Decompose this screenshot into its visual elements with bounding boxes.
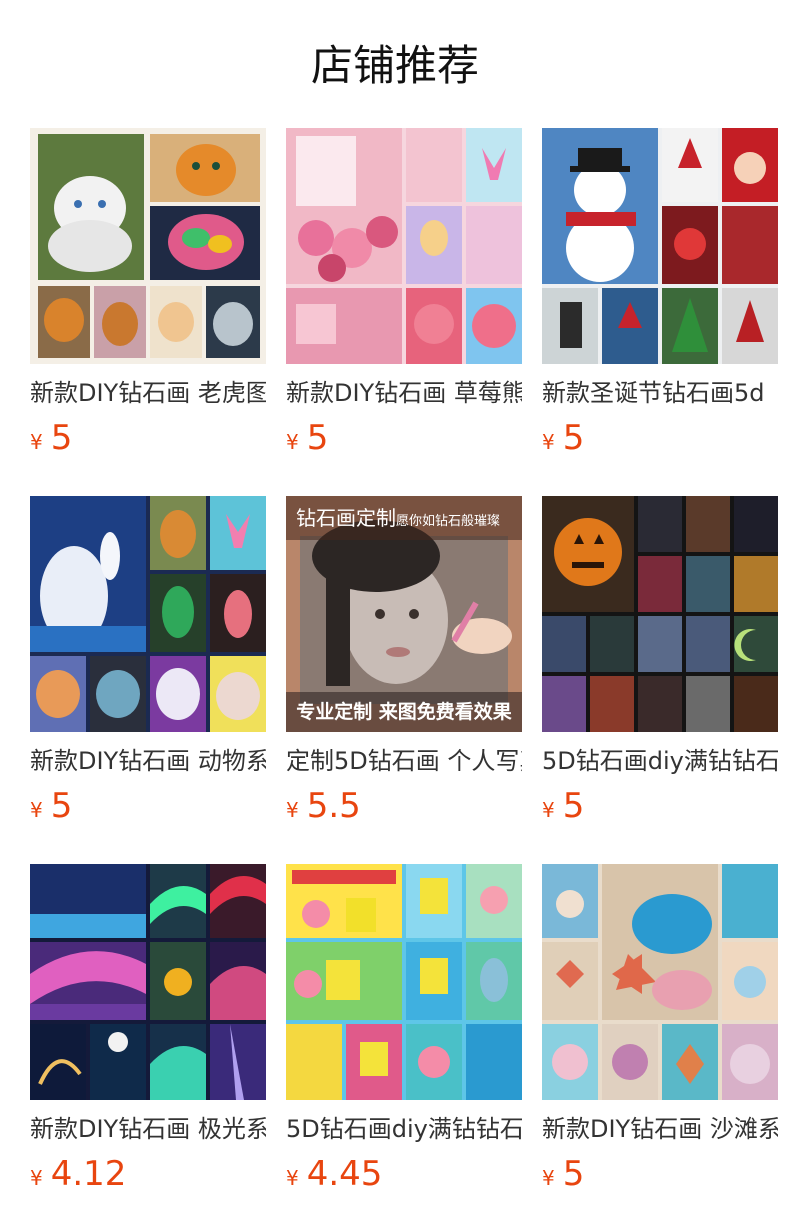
shop-recommendation-page: 店铺推荐 新款DIY钻石画 老虎图 ¥ 5 新款DIY钻石画 草莓熊 ¥ 5 新… xyxy=(0,0,790,1232)
product-title[interactable]: 新款DIY钻石画 草莓熊 xyxy=(286,376,522,410)
product-thumbnail[interactable] xyxy=(542,864,778,1100)
product-thumbnail[interactable] xyxy=(286,864,522,1100)
product-price: ¥5 xyxy=(542,418,584,458)
product-thumbnail[interactable]: 钻石画定制愿你如钻石般璀璨 专业定制 来图免费看效果 xyxy=(286,496,522,732)
banner-sub-text: 愿你如钻石般璀璨 xyxy=(396,514,501,529)
product-card[interactable]: 新款DIY钻石画 动物系列 ¥5 xyxy=(30,496,266,826)
product-card[interactable]: 新款DIY钻石画 沙滩系列 ¥5 xyxy=(542,864,778,1194)
product-card[interactable]: 新款DIY钻石画 极光系列 ¥4.12 xyxy=(30,864,266,1194)
product-thumbnail[interactable] xyxy=(30,496,266,732)
currency-symbol: ¥ xyxy=(542,430,555,454)
christmas-collage-image xyxy=(542,128,778,364)
price-value: 5 xyxy=(562,1154,585,1194)
product-card[interactable]: 5D钻石画diy满钻钻石贴 ¥5 xyxy=(542,496,778,826)
product-card[interactable]: 钻石画定制愿你如钻石般璀璨 专业定制 来图免费看效果 定制5D钻石画 个人写真 … xyxy=(286,496,522,826)
product-thumbnail[interactable] xyxy=(30,128,266,364)
product-thumbnail[interactable] xyxy=(542,496,778,732)
product-title[interactable]: 新款圣诞节钻石画5d xyxy=(542,376,778,410)
product-price: ¥5 xyxy=(542,786,584,826)
cartoon-collage-image xyxy=(286,864,522,1100)
price-value: 5.5 xyxy=(306,786,361,826)
product-price: ¥4.45 xyxy=(286,1154,382,1194)
product-title[interactable]: 5D钻石画diy满钻钻石贴 xyxy=(286,1112,522,1146)
promo-banner-bottom: 专业定制 来图免费看效果 xyxy=(286,692,522,732)
aurora-collage-image xyxy=(30,864,266,1100)
currency-symbol: ¥ xyxy=(286,798,299,822)
currency-symbol: ¥ xyxy=(542,798,555,822)
price-value: 4.45 xyxy=(306,1154,383,1194)
price-value: 5 xyxy=(562,418,585,458)
product-price: ¥5 xyxy=(30,786,72,826)
product-title[interactable]: 新款DIY钻石画 动物系列 xyxy=(30,744,266,778)
currency-symbol: ¥ xyxy=(30,1166,43,1190)
product-price: ¥5 xyxy=(30,418,72,458)
product-card[interactable]: 新款DIY钻石画 草莓熊 ¥5 xyxy=(286,128,522,458)
halloween-collage-image xyxy=(542,496,778,732)
product-title[interactable]: 新款DIY钻石画 极光系列 xyxy=(30,1112,266,1146)
product-thumbnail[interactable] xyxy=(542,128,778,364)
currency-symbol: ¥ xyxy=(542,1166,555,1190)
section-title: 店铺推荐 xyxy=(310,41,479,90)
product-card[interactable]: 新款DIY钻石画 老虎图案 ¥5 xyxy=(30,128,266,458)
product-price: ¥5 xyxy=(286,418,328,458)
price-value: 5 xyxy=(50,786,73,826)
beach-collage-image xyxy=(542,864,778,1100)
tiger-collage-image xyxy=(30,128,266,364)
product-title[interactable]: 5D钻石画diy满钻钻石贴 xyxy=(542,744,778,778)
product-card[interactable]: 5D钻石画diy满钻钻石贴 ¥4.45 xyxy=(286,864,522,1194)
product-price: ¥4.12 xyxy=(30,1154,126,1194)
product-price: ¥5.5 xyxy=(286,786,361,826)
currency-symbol: ¥ xyxy=(30,798,43,822)
product-title[interactable]: 新款DIY钻石画 老虎图案 xyxy=(30,376,266,410)
price-value: 5 xyxy=(50,418,73,458)
currency-symbol: ¥ xyxy=(286,1166,299,1190)
product-card[interactable]: 新款圣诞节钻石画5d ¥5 xyxy=(542,128,778,458)
promo-banner-top: 钻石画定制愿你如钻石般璀璨 xyxy=(286,496,522,540)
product-thumbnail[interactable] xyxy=(30,864,266,1100)
pink-collage-image xyxy=(286,128,522,364)
price-value: 5 xyxy=(562,786,585,826)
product-price: ¥5 xyxy=(542,1154,584,1194)
product-title[interactable]: 新款DIY钻石画 沙滩系列 xyxy=(542,1112,778,1146)
price-value: 4.12 xyxy=(50,1154,127,1194)
currency-symbol: ¥ xyxy=(286,430,299,454)
currency-symbol: ¥ xyxy=(30,430,43,454)
product-title[interactable]: 定制5D钻石画 个人写真 xyxy=(286,744,522,778)
banner-main-text: 钻石画定制 xyxy=(296,506,396,530)
animal-collage-image xyxy=(30,496,266,732)
price-value: 5 xyxy=(306,418,329,458)
product-thumbnail[interactable] xyxy=(286,128,522,364)
